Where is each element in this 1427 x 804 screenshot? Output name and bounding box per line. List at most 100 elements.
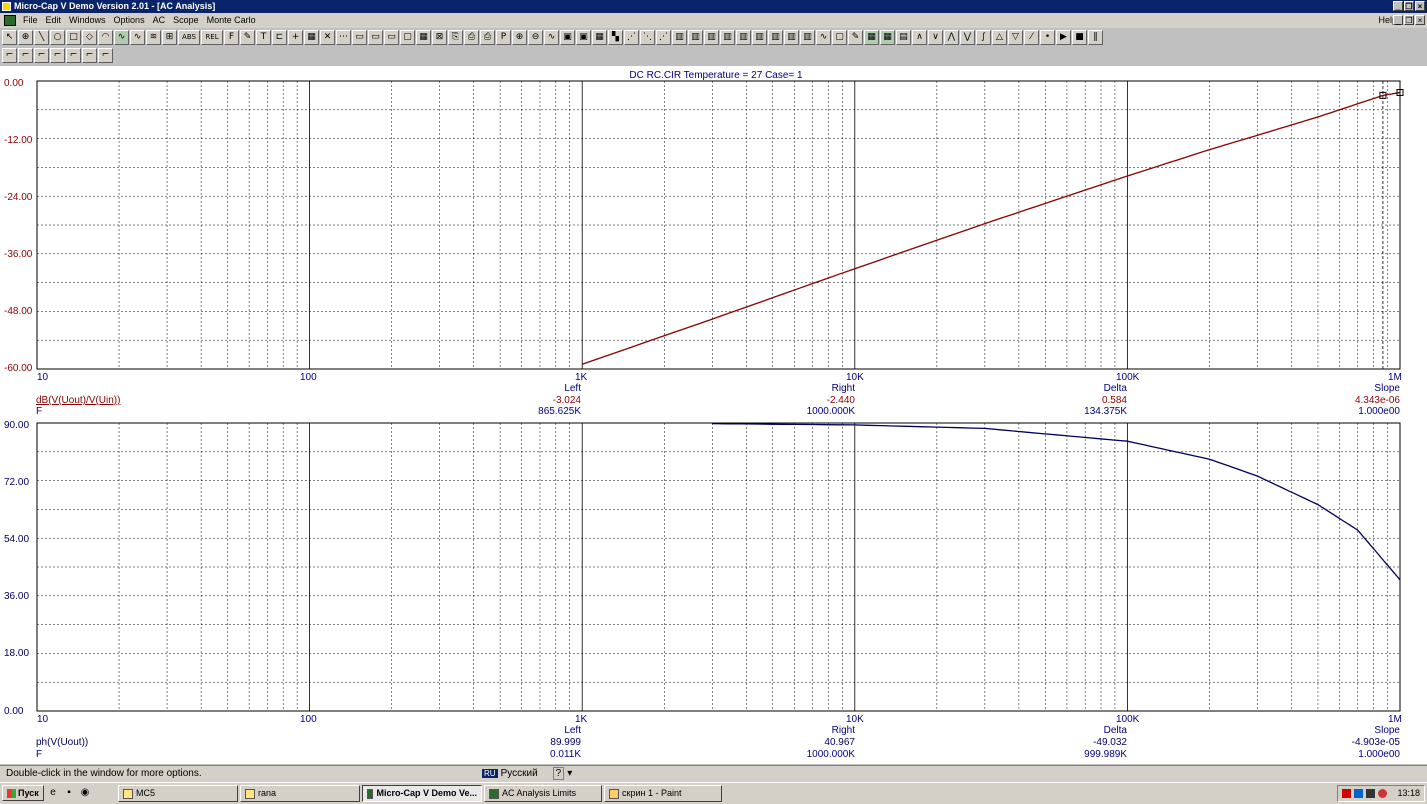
bars4-icon[interactable]: ▥ bbox=[720, 30, 735, 45]
copy-icon[interactable]: ⎘ bbox=[448, 30, 463, 45]
component-icon[interactable]: ⊕ bbox=[18, 30, 33, 45]
step-icon[interactable]: ⊏ bbox=[272, 30, 287, 45]
pencil-icon[interactable]: ✎ bbox=[848, 30, 863, 45]
doc-minimize-button[interactable]: _ bbox=[1393, 15, 1403, 25]
green2-icon[interactable]: ▦ bbox=[880, 30, 895, 45]
bars8-icon[interactable]: ▥ bbox=[784, 30, 799, 45]
points3-icon[interactable]: ⋰ bbox=[656, 30, 671, 45]
inflect-icon[interactable]: ∫ bbox=[976, 30, 991, 45]
menu-scope[interactable]: Scope bbox=[169, 13, 203, 28]
top-expression-y[interactable]: dB(V(Uout)/V(Uin)) bbox=[36, 395, 120, 406]
doc-restore-button[interactable]: ❐ bbox=[1404, 15, 1414, 25]
cursor3-icon[interactable]: ⌐ bbox=[34, 48, 49, 63]
slope-icon[interactable]: ⁄ bbox=[1024, 30, 1039, 45]
scope-icon[interactable]: ▣ bbox=[560, 30, 575, 45]
grid2-icon[interactable]: ▦ bbox=[416, 30, 431, 45]
wave-icon[interactable]: ∿ bbox=[130, 30, 145, 45]
stop-icon[interactable]: ■ bbox=[1072, 30, 1087, 45]
plus-icon[interactable]: + bbox=[288, 30, 303, 45]
cursor7-icon[interactable]: ⌐ bbox=[98, 48, 113, 63]
network-icon[interactable] bbox=[1342, 789, 1351, 798]
app-icon[interactable] bbox=[2, 2, 11, 11]
arc-icon[interactable]: ◠ bbox=[98, 30, 113, 45]
frame-icon[interactable]: ▢ bbox=[400, 30, 415, 45]
abs-icon[interactable]: ABS bbox=[178, 30, 200, 45]
run-icon[interactable]: ▶ bbox=[1056, 30, 1071, 45]
security-icon[interactable] bbox=[1354, 789, 1363, 798]
taskbar-button-mc5[interactable]: MC5 bbox=[118, 785, 238, 802]
diamond-icon[interactable]: ◇ bbox=[82, 30, 97, 45]
menu-options[interactable]: Options bbox=[110, 13, 149, 28]
hi-icon[interactable]: ⋀ bbox=[944, 30, 959, 45]
bottom-expression-x[interactable]: F bbox=[36, 749, 42, 760]
menu-windows[interactable]: Windows bbox=[65, 13, 110, 28]
bars5-icon[interactable]: ▥ bbox=[736, 30, 751, 45]
zoom-out-icon[interactable]: ⊖ bbox=[528, 30, 543, 45]
volume-icon[interactable] bbox=[1366, 789, 1375, 798]
peak-icon[interactable]: ∧ bbox=[912, 30, 927, 45]
restore-button[interactable]: ❐ bbox=[1404, 1, 1414, 11]
delete-icon[interactable]: ⊠ bbox=[432, 30, 447, 45]
bars7-icon[interactable]: ▥ bbox=[768, 30, 783, 45]
help-icon[interactable]: ? bbox=[552, 767, 565, 780]
gmin-icon[interactable]: ▽ bbox=[1008, 30, 1023, 45]
pause-icon[interactable]: ‖ bbox=[1088, 30, 1103, 45]
grid-icon[interactable]: ▦ bbox=[304, 30, 319, 45]
menu-file[interactable]: File bbox=[19, 13, 42, 28]
taskbar-button-microcap[interactable]: Micro-Cap V Demo Ve... bbox=[362, 785, 482, 802]
point-icon[interactable]: • bbox=[1040, 30, 1055, 45]
language-indicator[interactable]: RU Русский ? ▾ bbox=[482, 767, 572, 780]
points2-icon[interactable]: ⋱ bbox=[640, 30, 655, 45]
menu-monte-carlo[interactable]: Monte Carlo bbox=[203, 13, 260, 28]
print-icon[interactable]: ⎙ bbox=[464, 30, 479, 45]
chevron-down-icon[interactable]: ▾ bbox=[567, 768, 572, 779]
panel-icon[interactable]: ▭ bbox=[352, 30, 367, 45]
graph-icon[interactable]: ⊞ bbox=[162, 30, 177, 45]
media-icon[interactable]: ◉ bbox=[78, 786, 92, 800]
document-icon[interactable] bbox=[4, 15, 16, 26]
menu-ac[interactable]: AC bbox=[149, 13, 170, 28]
ac-icon[interactable]: ∿ bbox=[114, 30, 129, 45]
save-icon[interactable]: ▪ bbox=[62, 786, 76, 800]
dots-icon[interactable]: ⋯ bbox=[336, 30, 351, 45]
active-icon[interactable]: ≋ bbox=[146, 30, 161, 45]
close-button[interactable]: × bbox=[1415, 1, 1425, 11]
printer2-icon[interactable]: ⎙ bbox=[480, 30, 495, 45]
wave2-icon[interactable]: ∿ bbox=[544, 30, 559, 45]
lo-icon[interactable]: ⋁ bbox=[960, 30, 975, 45]
cursor2-icon[interactable]: ⌐ bbox=[18, 48, 33, 63]
taskbar-button-paint[interactable]: скрин 1 - Paint bbox=[604, 785, 722, 802]
doc-close-button[interactable]: × bbox=[1415, 15, 1425, 25]
taskbar-button-rana[interactable]: rana bbox=[240, 785, 360, 802]
bars-icon[interactable]: ▥ bbox=[672, 30, 687, 45]
rel-icon[interactable]: REL bbox=[201, 30, 223, 45]
f-icon[interactable]: F bbox=[224, 30, 239, 45]
p-icon[interactable]: P bbox=[496, 30, 511, 45]
pen-icon[interactable]: ✎ bbox=[240, 30, 255, 45]
bars6-icon[interactable]: ▥ bbox=[752, 30, 767, 45]
box-icon[interactable]: ▢ bbox=[832, 30, 847, 45]
update-icon[interactable] bbox=[1378, 789, 1387, 798]
text-icon[interactable]: T bbox=[256, 30, 271, 45]
browser-icon[interactable]: e bbox=[46, 786, 60, 800]
cursor5-icon[interactable]: ⌐ bbox=[66, 48, 81, 63]
panel3-icon[interactable]: ▭ bbox=[384, 30, 399, 45]
bars3-icon[interactable]: ▥ bbox=[704, 30, 719, 45]
taskbar-button-ac-limits[interactable]: AC Analysis Limits bbox=[484, 785, 602, 802]
bottom-expression-y[interactable]: ph(V(Uout)) bbox=[36, 737, 88, 748]
top-expression-x[interactable]: F bbox=[36, 406, 42, 417]
valley-icon[interactable]: ∨ bbox=[928, 30, 943, 45]
cursor4-icon[interactable]: ⌐ bbox=[50, 48, 65, 63]
points-icon[interactable]: ⋰ bbox=[624, 30, 639, 45]
panel4-icon[interactable]: ▤ bbox=[896, 30, 911, 45]
zoom-in-icon[interactable]: ⊕ bbox=[512, 30, 527, 45]
menu-edit[interactable]: Edit bbox=[42, 13, 66, 28]
start-button[interactable]: Пуск bbox=[2, 785, 44, 801]
analysis-plot-area[interactable]: DC RC.CIR Temperature = 27 Case= 1 0.00 … bbox=[0, 66, 1427, 764]
bars2-icon[interactable]: ▥ bbox=[688, 30, 703, 45]
wire-icon[interactable]: ╲ bbox=[34, 30, 49, 45]
gmax-icon[interactable]: △ bbox=[992, 30, 1007, 45]
panel2-icon[interactable]: ▭ bbox=[368, 30, 383, 45]
cursor1-icon[interactable]: ⌐ bbox=[2, 48, 17, 63]
table-icon[interactable]: ▦ bbox=[592, 30, 607, 45]
